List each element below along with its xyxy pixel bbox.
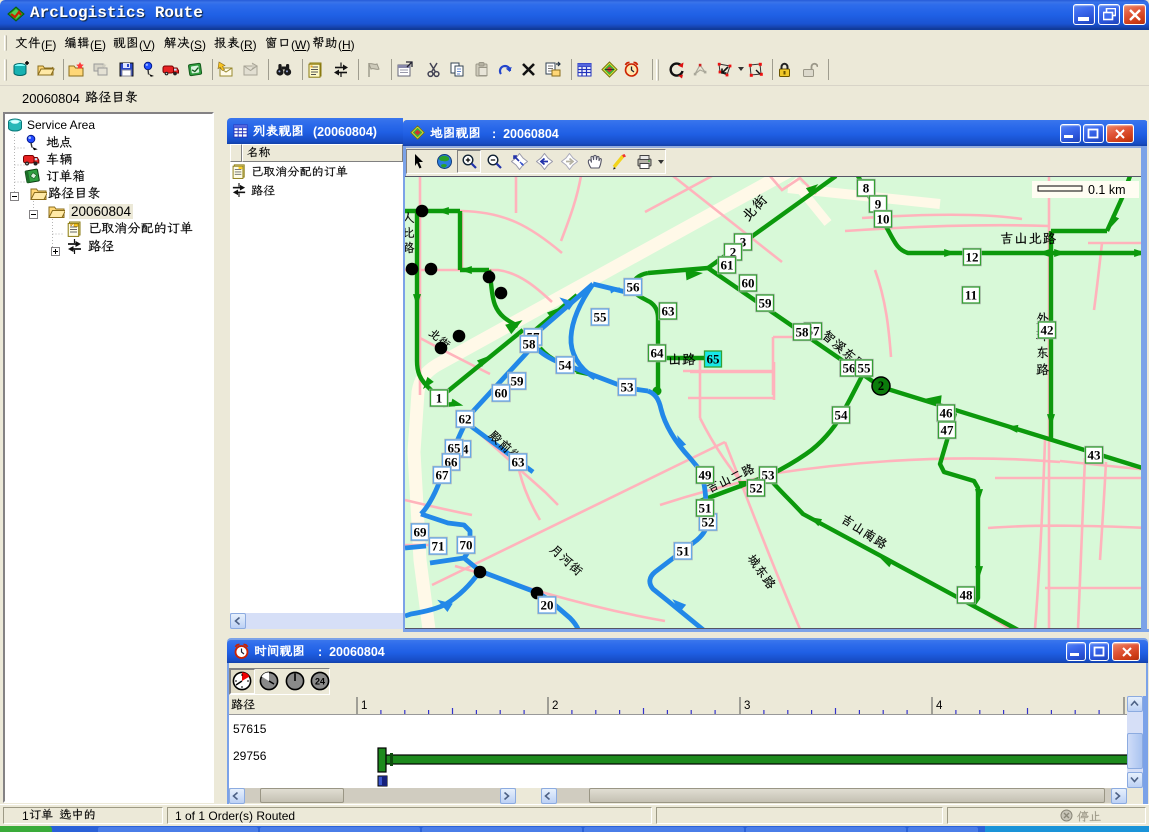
svg-text:58: 58 bbox=[796, 325, 810, 340]
svg-text:58: 58 bbox=[523, 337, 537, 352]
svg-text:51: 51 bbox=[699, 501, 712, 516]
svg-text:69: 69 bbox=[414, 525, 428, 540]
svg-text:11: 11 bbox=[965, 288, 977, 303]
svg-text:51: 51 bbox=[677, 544, 690, 559]
svg-text:12: 12 bbox=[966, 250, 979, 265]
svg-text:61: 61 bbox=[721, 258, 734, 273]
svg-text:10: 10 bbox=[877, 212, 890, 227]
svg-text:8: 8 bbox=[863, 181, 870, 196]
svg-text:20: 20 bbox=[541, 598, 554, 613]
svg-text:46: 46 bbox=[940, 406, 954, 421]
svg-text:43: 43 bbox=[1088, 448, 1102, 463]
svg-text:62: 62 bbox=[459, 412, 472, 427]
svg-text:54: 54 bbox=[835, 408, 849, 423]
svg-text:60: 60 bbox=[742, 276, 755, 291]
svg-text:65: 65 bbox=[707, 352, 721, 367]
svg-text:63: 63 bbox=[662, 304, 676, 319]
svg-text:1: 1 bbox=[361, 700, 367, 712]
svg-text:60: 60 bbox=[495, 386, 508, 401]
svg-text:56: 56 bbox=[627, 280, 641, 295]
svg-text:55: 55 bbox=[858, 361, 872, 376]
svg-text:70: 70 bbox=[460, 538, 473, 553]
svg-text:1: 1 bbox=[436, 391, 443, 406]
svg-text:64: 64 bbox=[651, 346, 665, 361]
svg-text:52: 52 bbox=[750, 481, 763, 496]
svg-text:42: 42 bbox=[1041, 323, 1054, 338]
svg-text:2: 2 bbox=[552, 700, 558, 712]
svg-text:59: 59 bbox=[759, 296, 773, 311]
svg-text:47: 47 bbox=[941, 423, 955, 438]
svg-text:56: 56 bbox=[843, 361, 857, 376]
svg-text:0.1 km: 0.1 km bbox=[1088, 183, 1126, 197]
svg-text:49: 49 bbox=[699, 468, 713, 483]
svg-text:59: 59 bbox=[511, 374, 525, 389]
svg-text:71: 71 bbox=[432, 539, 445, 554]
svg-text:2: 2 bbox=[878, 379, 884, 393]
svg-text:3: 3 bbox=[744, 700, 750, 712]
svg-text:55: 55 bbox=[594, 310, 608, 325]
svg-text:4: 4 bbox=[936, 700, 943, 712]
svg-text:24: 24 bbox=[315, 677, 325, 687]
svg-text:67: 67 bbox=[436, 468, 450, 483]
svg-text:63: 63 bbox=[512, 455, 526, 470]
svg-text:9: 9 bbox=[875, 197, 882, 212]
svg-text:54: 54 bbox=[559, 358, 573, 373]
svg-text:53: 53 bbox=[621, 380, 635, 395]
svg-text:48: 48 bbox=[960, 588, 974, 603]
